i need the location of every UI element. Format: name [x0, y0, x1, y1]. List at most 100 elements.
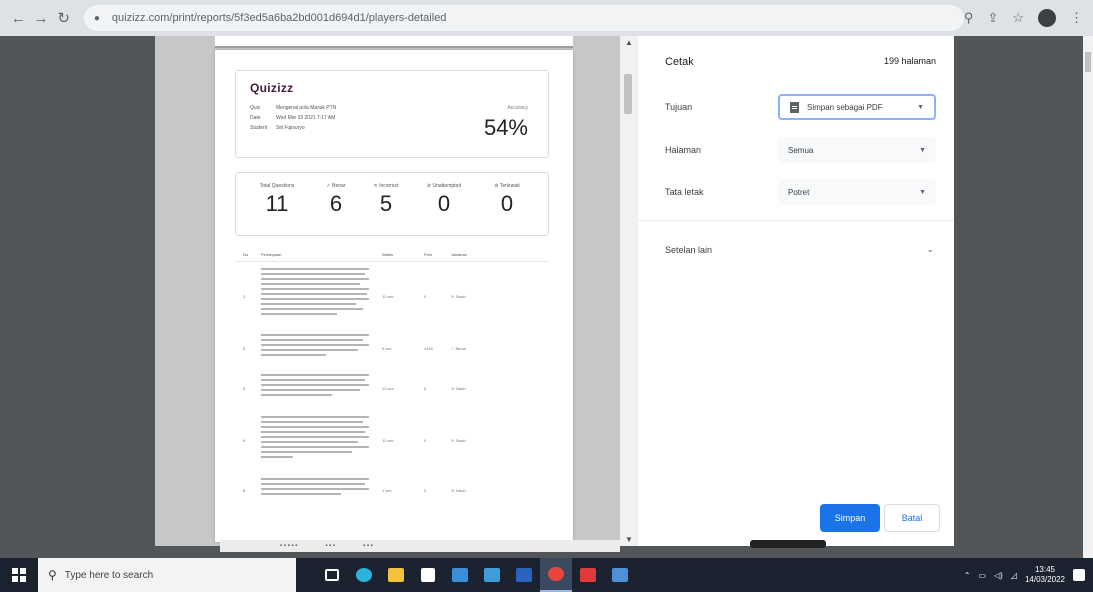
network-icon[interactable]: ▭	[978, 571, 986, 580]
pages-select[interactable]: Semua ▼	[778, 137, 936, 163]
question-text	[261, 478, 369, 498]
blurred-text: ▪ ▪ ▪ ▪ ▪	[280, 543, 298, 549]
clock-time: 13:45	[1034, 565, 1055, 574]
th-question: Pertanyaan	[261, 252, 282, 257]
browser-toolbar: ← → ↻ ● quizizz.com/print/reports/5f3ed5…	[0, 0, 1093, 36]
report-header-card: Quizizz Quiz Mengenal pola Masuk PTN Date…	[235, 70, 549, 158]
accuracy-label: Accuracy	[507, 105, 528, 111]
row-points: 0	[424, 488, 427, 493]
word-icon[interactable]	[508, 558, 540, 592]
mail-icon[interactable]	[444, 558, 476, 592]
windows-logo-icon	[12, 568, 26, 582]
destination-select[interactable]: Simpan sebagai PDF ▼	[778, 94, 936, 120]
extension-icon[interactable]: ⚲	[964, 10, 974, 26]
chevron-down-icon: ▼	[919, 146, 926, 154]
th-no: No	[243, 252, 249, 257]
row-answer: ✕ Salah	[451, 488, 466, 493]
row-no: 1	[243, 294, 246, 299]
chevron-down-icon[interactable]: ⌄	[926, 244, 934, 255]
row-time: 9 sec	[382, 346, 392, 351]
th-points: Poin	[424, 252, 433, 257]
table-row: 3 13 sec 0 ✕ Salah	[235, 374, 549, 410]
chevron-up-icon[interactable]: ⌃	[964, 571, 971, 580]
taskbar-search[interactable]: ⚲ Type here to search	[38, 558, 296, 592]
wifi-icon[interactable]: ◿	[1011, 571, 1017, 580]
row-points: 0	[424, 294, 427, 299]
table-header: No Pertanyaan Waktu Poin Jawaban	[235, 252, 549, 262]
reload-icon[interactable]: ↻	[55, 8, 72, 28]
th-time: Waktu	[382, 252, 394, 257]
row-no: 3	[243, 386, 246, 391]
notification-icon[interactable]	[1073, 569, 1085, 581]
edge-icon[interactable]	[348, 558, 380, 592]
layout-select[interactable]: Potret ▼	[778, 179, 936, 205]
table-row: 1 11 sec 0 ✕ Salah	[235, 268, 549, 328]
stats-card: Total Questions 11 ✓ Benar 6 ✕ Incorrect…	[235, 172, 549, 236]
stat-skipped: ⊘ Terlewati 0	[494, 183, 520, 216]
menu-icon[interactable]: ⋮	[1070, 10, 1083, 26]
th-answer: Jawaban	[451, 252, 468, 257]
row-points: 0	[424, 438, 427, 443]
row-time: 11 sec	[382, 294, 394, 299]
scroll-down-icon[interactable]: ▼	[625, 535, 633, 544]
table-row: 5 1 sec 0 ✕ Salah	[235, 478, 549, 508]
more-settings[interactable]: Setelan lain	[665, 245, 712, 255]
pages-label: Halaman	[665, 145, 702, 155]
app-icon[interactable]	[604, 558, 636, 592]
destination-label: Tujuan	[665, 102, 693, 112]
volume-icon[interactable]: ◁)	[994, 571, 1003, 580]
preview-page: Quizizz Quiz Mengenal pola Masuk PTN Date…	[215, 50, 573, 542]
back-icon[interactable]: ←	[10, 8, 27, 28]
previous-page-edge	[215, 36, 573, 48]
quiz-meta: Quiz Mengenal pola Masuk PTN	[250, 105, 337, 111]
row-time: 1 sec	[382, 488, 392, 493]
search-input[interactable]: Type here to search	[65, 570, 153, 581]
destination-value: Simpan sebagai PDF	[807, 102, 883, 112]
chevron-down-icon: ▼	[917, 103, 924, 111]
file-explorer-icon[interactable]	[380, 558, 412, 592]
table-row: 4 11 sec 0 ✕ Salah	[235, 416, 549, 470]
cancel-button[interactable]: Batal	[884, 504, 940, 532]
scrollbar-thumb[interactable]	[624, 74, 632, 114]
forward-icon[interactable]: →	[33, 8, 50, 28]
acrobat-icon[interactable]	[572, 558, 604, 592]
question-text	[261, 416, 369, 461]
row-no: 2	[243, 346, 246, 351]
clock[interactable]: 13:45 14/03/2022	[1025, 565, 1065, 585]
page-scrollbar-thumb[interactable]	[1085, 52, 1091, 72]
row-time: 11 sec	[382, 438, 394, 443]
pdf-file-icon	[790, 101, 799, 113]
row-no: 4	[243, 438, 246, 443]
share-icon[interactable]: ⇪	[987, 10, 998, 26]
blurred-text: ▪ ▪ ▪	[363, 543, 373, 549]
question-text	[261, 374, 369, 399]
underlying-page-button	[750, 540, 826, 548]
photos-icon[interactable]	[476, 558, 508, 592]
page-scrollbar[interactable]	[1083, 36, 1093, 558]
row-time: 13 sec	[382, 386, 394, 391]
row-points: 0	[424, 386, 427, 391]
blurred-text: ▪ ▪ ▪	[325, 543, 336, 549]
row-answer: ✓ Benar	[451, 346, 467, 351]
row-points: 1440	[424, 346, 433, 351]
question-text	[261, 334, 369, 359]
stat-total: Total Questions 11	[259, 183, 295, 216]
quizizz-logo: Quizizz	[250, 81, 294, 95]
student-meta: Student Siti Fujisuryo	[250, 125, 305, 131]
avatar[interactable]	[1038, 9, 1057, 27]
address-bar[interactable]: ● quizizz.com/print/reports/5f3ed5a6ba2b…	[83, 5, 964, 31]
system-tray: ⌃ ▭ ◁) ◿ 13:45 14/03/2022	[964, 565, 1093, 585]
preview-scrollbar[interactable]: ▲ ▼	[620, 36, 638, 546]
url-text: quizizz.com/print/reports/5f3ed5a6ba2bd0…	[111, 12, 447, 24]
star-icon[interactable]: ☆	[1012, 10, 1024, 26]
row-no: 5	[243, 488, 246, 493]
start-button[interactable]	[0, 558, 38, 592]
save-button[interactable]: Simpan	[820, 504, 880, 532]
row-answer: ✕ Salah	[451, 294, 466, 299]
store-icon[interactable]	[412, 558, 444, 592]
taskbar-apps	[316, 558, 636, 592]
scroll-up-icon[interactable]: ▲	[625, 38, 633, 47]
row-answer: ✕ Salah	[451, 438, 466, 443]
chrome-icon[interactable]	[540, 558, 572, 592]
task-view-icon[interactable]	[316, 558, 348, 592]
